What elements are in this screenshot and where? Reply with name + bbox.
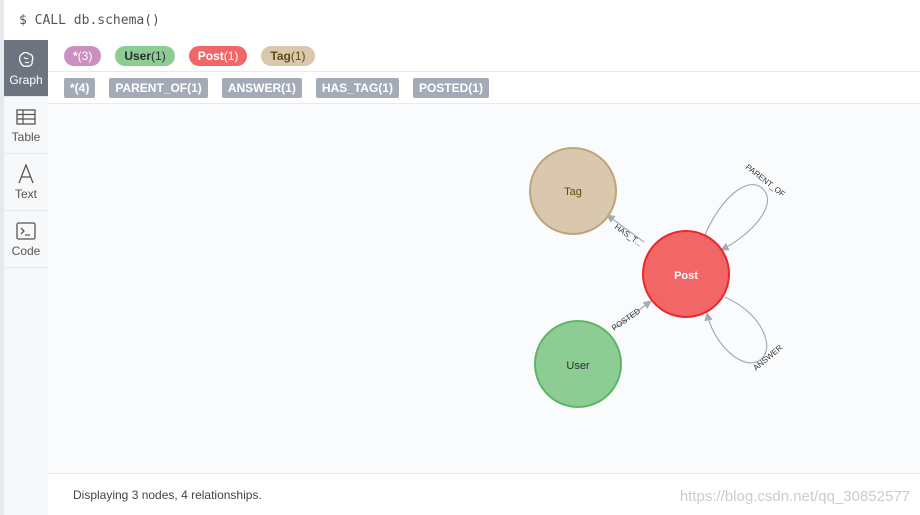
rel-type-tag-has-tag[interactable]: HAS_TAG (1)	[315, 77, 399, 98]
sidebar-item-label: Code	[11, 244, 41, 258]
pill-name: Post	[197, 48, 224, 63]
edge-posted[interactable]: POSTED	[610, 300, 652, 333]
graph-icon	[16, 49, 36, 71]
sidebar-item-label: Table	[11, 130, 41, 144]
tag-count: (1)	[378, 80, 393, 95]
pill-count: (3)	[77, 48, 93, 63]
tag-count: (1)	[281, 80, 296, 95]
pill-name: Tag	[270, 48, 291, 63]
view-sidebar: Graph Table Text Code	[4, 40, 49, 515]
rel-type-tag-parent-of[interactable]: PARENT_OF (1)	[109, 77, 208, 98]
tag-count: (1)	[468, 80, 483, 95]
edge-parent-of[interactable]: PARENT_OF	[704, 162, 787, 251]
sidebar-item-label: Text	[14, 187, 37, 201]
edge-label-parent-of: PARENT_OF	[744, 162, 787, 198]
graph-canvas[interactable]: HAS_T... POSTED PARENT_OF ANSWER Tag Pos…	[48, 104, 920, 473]
edge-label-posted: POSTED	[610, 306, 642, 332]
pill-count: (1)	[290, 48, 306, 63]
tag-name: PARENT_OF	[115, 80, 188, 95]
node-label-pill-post[interactable]: Post (1)	[188, 45, 248, 66]
edge-answer[interactable]: ANSWER	[704, 296, 785, 373]
edge-label-has-tag: HAS_T...	[613, 222, 644, 248]
pill-name: User	[124, 48, 152, 63]
tag-count: (1)	[187, 80, 202, 95]
code-icon	[16, 220, 36, 242]
sidebar-item-code[interactable]: Code	[4, 211, 48, 268]
node-tag[interactable]: Tag	[529, 147, 617, 235]
pill-count: (1)	[223, 48, 239, 63]
sidebar-item-text[interactable]: Text	[4, 154, 48, 211]
node-label-legend: * (3) User (1) Post (1) Tag (1)	[48, 40, 920, 72]
command-prompt: $	[19, 12, 27, 28]
tag-count: (4)	[74, 80, 90, 95]
node-label-tag: Tag	[564, 186, 582, 198]
rel-type-tag-posted[interactable]: POSTED (1)	[412, 77, 489, 98]
command-text: $ CALL db.schema()	[19, 13, 160, 28]
command-bar[interactable]: $ CALL db.schema()	[4, 0, 920, 41]
text-icon	[17, 163, 35, 185]
watermark-text: https://blog.csdn.net/qq_30852577	[679, 488, 910, 505]
node-label-post: Post	[674, 270, 698, 282]
table-icon	[16, 106, 36, 128]
node-label-pill-all[interactable]: * (3)	[64, 45, 102, 66]
sidebar-item-graph[interactable]: Graph	[4, 40, 48, 97]
sidebar-item-table[interactable]: Table	[4, 97, 48, 154]
node-label-user: User	[566, 360, 590, 372]
edge-label-answer: ANSWER	[752, 343, 785, 373]
tag-name: POSTED	[418, 80, 469, 95]
rel-type-tag-all[interactable]: * (4)	[64, 77, 96, 98]
sidebar-item-label: Graph	[9, 73, 43, 87]
node-post[interactable]: Post	[642, 230, 730, 318]
edge-has-tag[interactable]: HAS_T...	[606, 214, 645, 248]
node-label-pill-tag[interactable]: Tag (1)	[261, 45, 315, 66]
relationship-type-legend: * (4) PARENT_OF (1) ANSWER (1) HAS_TAG (1) P…	[48, 72, 920, 104]
tag-name: HAS_TAG	[321, 80, 379, 95]
node-label-pill-user[interactable]: User (1)	[115, 45, 175, 66]
rel-type-tag-answer[interactable]: ANSWER (1)	[221, 77, 302, 98]
command-query: CALL db.schema()	[34, 12, 160, 28]
status-text: Displaying 3 nodes, 4 relationships.	[73, 487, 262, 502]
pill-count: (1)	[151, 48, 166, 63]
node-user[interactable]: User	[534, 320, 622, 408]
graph-svg: HAS_T... POSTED PARENT_OF ANSWER Tag Pos…	[529, 147, 787, 408]
tag-name: ANSWER	[227, 80, 282, 95]
